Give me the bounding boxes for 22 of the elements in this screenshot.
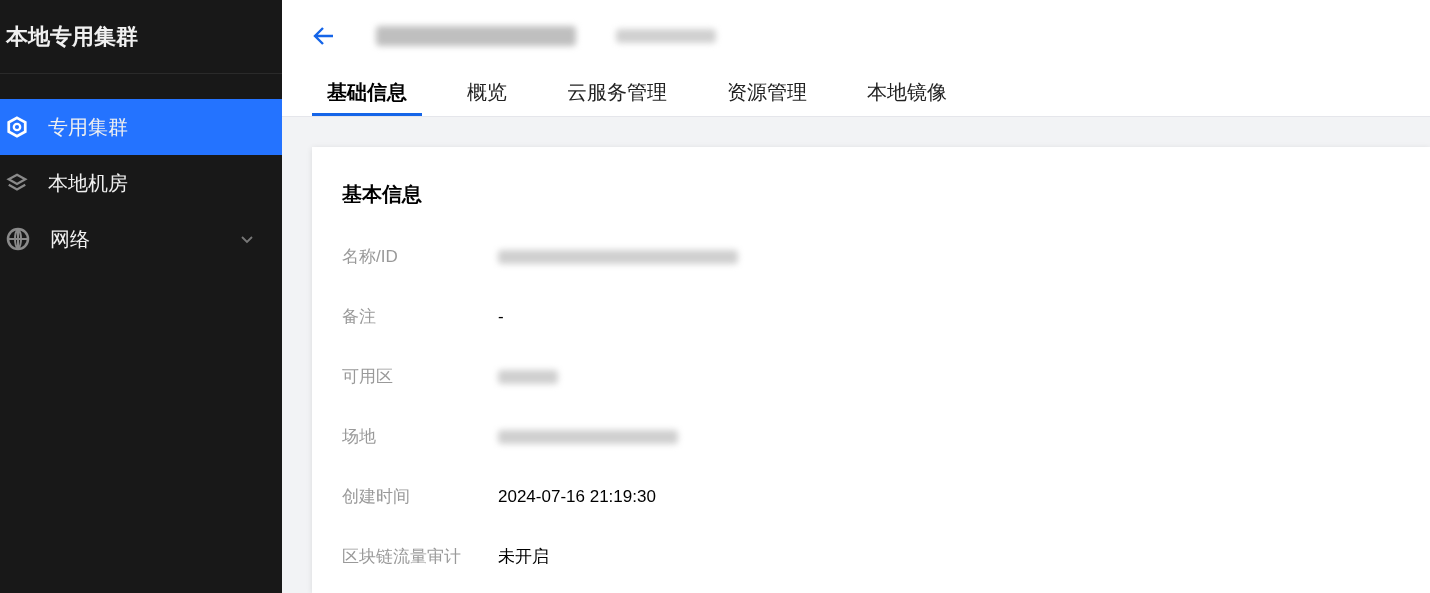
- tab[interactable]: 本地镜像: [852, 71, 962, 116]
- field-label: 场地: [342, 426, 377, 449]
- sidebar-title: 本地专用集群: [6, 23, 138, 51]
- sidebar-item[interactable]: 网络: [0, 211, 282, 267]
- tab[interactable]: 基础信息: [312, 71, 422, 116]
- globe-icon: [6, 227, 30, 251]
- sidebar-item[interactable]: 本地机房: [0, 155, 282, 211]
- field-value: -: [498, 306, 504, 329]
- sidebar-item[interactable]: 专用集群: [0, 99, 282, 155]
- hexagon-icon: [6, 116, 28, 138]
- blurred-value: [498, 370, 558, 384]
- field-label: 名称/ID: [342, 246, 399, 269]
- field-label: 创建时间: [342, 486, 411, 509]
- tab[interactable]: 资源管理: [712, 71, 822, 116]
- field-value: 未开启: [498, 546, 549, 569]
- field-label: 备注: [342, 306, 377, 329]
- field-label: 区块链流量审计: [342, 546, 462, 569]
- field-value: 2024-07-16 21:19:30: [498, 486, 656, 509]
- tab[interactable]: 云服务管理: [552, 71, 682, 116]
- tab[interactable]: 概览: [452, 71, 522, 116]
- card-title: 基本信息: [342, 182, 423, 207]
- field-label: 可用区: [342, 366, 394, 389]
